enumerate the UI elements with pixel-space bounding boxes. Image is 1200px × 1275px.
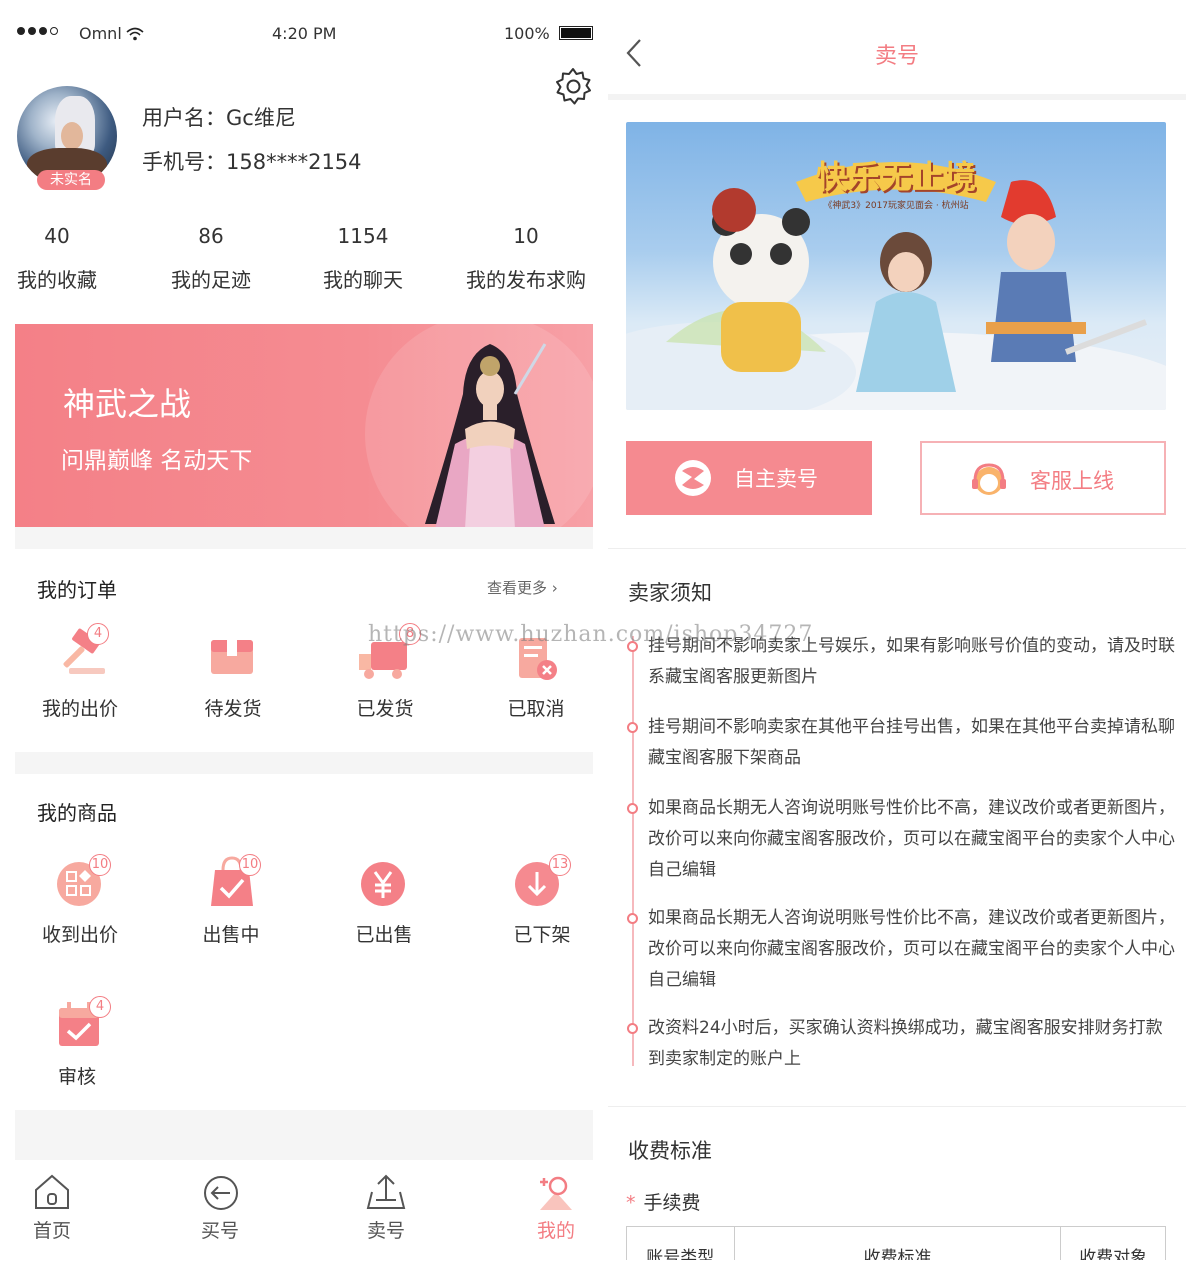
battery-percent: 100% <box>504 24 550 43</box>
goods-label-sold[interactable]: 已出售 <box>329 920 439 947</box>
table-header-account-type: 账号类型 <box>627 1227 735 1260</box>
stat-chats[interactable]: 1154 我的聊天 <box>315 224 411 293</box>
goods-label-offshelf[interactable]: 已下架 <box>487 920 593 947</box>
banner-subtitle: 问鼎巅峰 名动天下 <box>61 448 253 474</box>
goods-offshelf-badge: 13 <box>549 854 571 876</box>
seller-notice-title: 卖家须知 <box>628 581 712 605</box>
order-label-cancelled[interactable]: 已取消 <box>481 694 591 721</box>
tab-home[interactable]: 首页 <box>15 1172 92 1243</box>
order-label-bids[interactable]: 我的出价 <box>25 694 135 721</box>
section-divider <box>15 527 593 549</box>
stat-favorites[interactable]: 40 我的收藏 <box>15 224 105 293</box>
timeline-dot <box>627 1023 638 1034</box>
clock: 4:20 PM <box>272 24 337 43</box>
view-more-link[interactable]: 查看更多 › <box>487 577 558 598</box>
unverified-badge: 未实名 <box>37 170 105 190</box>
notice-item-2: 挂号期间不影响卖家在其他平台挂号出售，如果在其他平台卖掉请私聊藏宝阁客服下架商品 <box>648 717 1175 768</box>
goods-bids-badge: 10 <box>89 854 111 876</box>
notice-item-5: 改资料24小时后，买家确认资料换绑成功，藏宝阁客服安排财务打款到卖家制定的账户上 <box>648 1018 1163 1069</box>
stat-footprints[interactable]: 86 我的足迹 <box>163 224 259 293</box>
goods-review-badge: 4 <box>89 996 111 1018</box>
timeline-dot <box>627 913 638 924</box>
sell-icon <box>366 1174 406 1209</box>
goods-label-selling[interactable]: 出售中 <box>176 920 286 947</box>
tab-buy[interactable]: 买号 <box>180 1172 260 1243</box>
goods-selling-badge: 10 <box>239 854 261 876</box>
tab-mine[interactable]: 我的 <box>516 1172 593 1243</box>
notice-item-4: 如果商品长期无人咨询说明账号性价比不高，建议改价或者更新图片，改价可以来向你藏宝… <box>648 908 1175 990</box>
profile-icon <box>540 1176 572 1210</box>
game-banner[interactable]: 快乐无止境 《神武3》2017玩家见面会 · 杭州站 <box>626 122 1166 410</box>
customer-service-button[interactable]: 客服上线 <box>920 441 1166 515</box>
timeline-dot <box>627 803 638 814</box>
timeline-line <box>632 636 634 1066</box>
section-divider <box>15 752 593 774</box>
notice-item-3: 如果商品长期无人咨询说明账号性价比不高，建议改价或者更新图片，改价可以来向你藏宝… <box>648 798 1175 880</box>
game-logo-text: 快乐无止境 <box>815 158 976 196</box>
required-star-icon: * <box>626 1192 636 1214</box>
package-icon[interactable] <box>203 632 263 684</box>
fee-table: 账号类型 收费标准 收费对象 <box>626 1226 1166 1260</box>
section-divider <box>15 1110 593 1160</box>
order-label-shipped[interactable]: 已发货 <box>330 694 440 721</box>
promo-banner[interactable]: 神武之战 问鼎巅峰 名动天下 <box>15 324 593 527</box>
order-bid-badge: 4 <box>87 623 109 645</box>
goods-label-review[interactable]: 审核 <box>22 1062 132 1089</box>
yen-icon[interactable] <box>355 856 415 908</box>
phone-number: 手机号：158****2154 <box>142 150 362 174</box>
buy-icon <box>204 1176 238 1210</box>
battery-icon <box>559 26 593 40</box>
page-title: 卖号 <box>874 44 919 69</box>
headset-icon <box>972 463 1006 495</box>
fee-standard-title: 收费标准 <box>628 1139 712 1163</box>
heroine-illustration <box>425 343 555 527</box>
goods-title: 我的商品 <box>37 801 117 825</box>
username: 用户名：Gc维尼 <box>142 106 296 130</box>
table-header-fee-target: 收费对象 <box>1079 1248 1148 1260</box>
tab-sell[interactable]: 卖号 <box>346 1172 426 1243</box>
carrier-label: Omnl <box>79 24 122 43</box>
orders-title: 我的订单 <box>37 578 117 602</box>
timeline-dot <box>627 722 638 733</box>
goods-label-bids[interactable]: 收到出价 <box>25 920 135 947</box>
divider <box>608 548 1186 549</box>
wifi-icon <box>126 27 144 41</box>
watermark: https://www.huzhan.com/ishop34727 <box>368 622 814 647</box>
signal-icon <box>17 27 58 35</box>
order-label-pending-ship[interactable]: 待发货 <box>178 694 288 721</box>
table-header-fee-standard: 收费标准 <box>735 1227 1062 1260</box>
lightning-icon <box>675 460 711 496</box>
home-icon <box>35 1174 69 1209</box>
header-divider <box>608 94 1186 100</box>
divider <box>608 1106 1186 1107</box>
game-caption: 《神武3》2017玩家见面会 · 杭州站 <box>823 201 969 211</box>
gear-icon[interactable] <box>553 66 593 106</box>
fee-label: * 手续费 <box>626 1192 701 1214</box>
banner-title: 神武之战 <box>63 385 192 423</box>
stat-my-requests[interactable]: 10 我的发布求购 <box>459 224 593 293</box>
self-sell-button[interactable]: 自主卖号 <box>626 441 872 515</box>
